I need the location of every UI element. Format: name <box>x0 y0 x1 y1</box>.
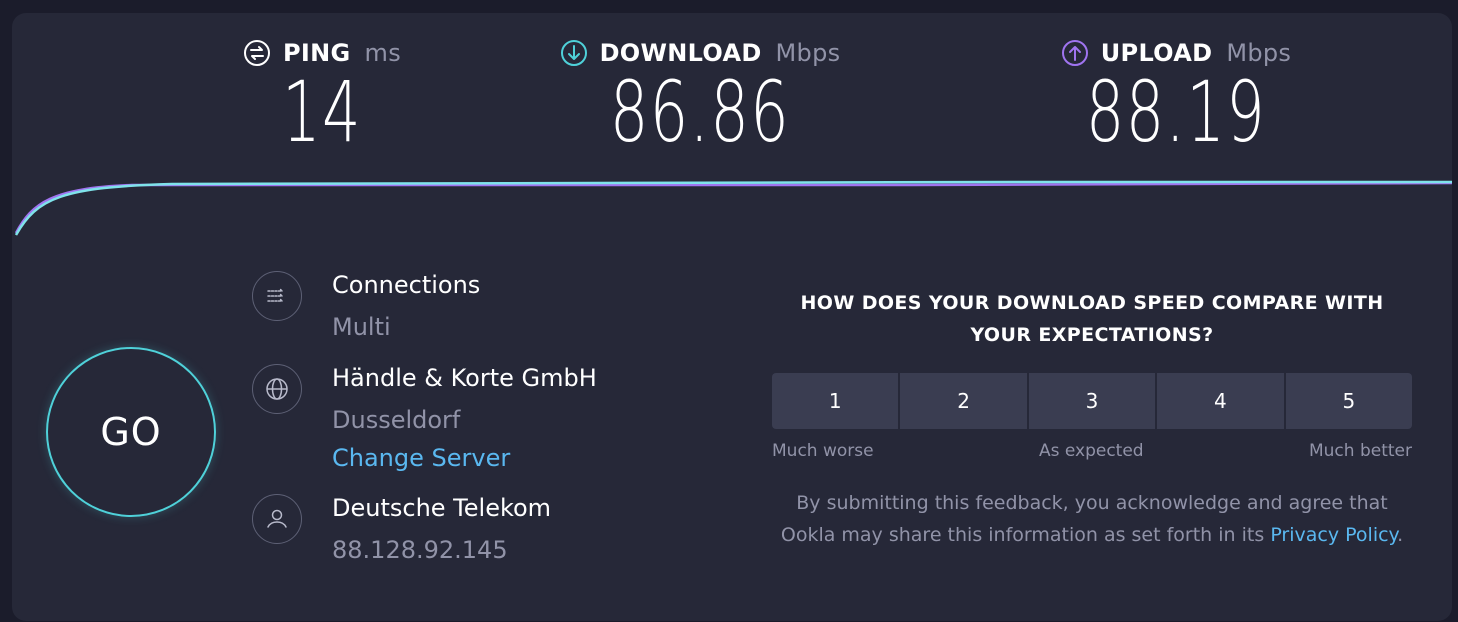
rating-scale: 1 2 3 4 5 <box>772 373 1413 429</box>
connections-icon <box>252 271 302 321</box>
globe-icon <box>252 364 302 414</box>
server-location: Dusseldorf <box>332 406 461 434</box>
connections-row: Connections Multi <box>252 271 480 341</box>
ping-icon <box>243 39 271 67</box>
isp-row: Deutsche Telekom 88.128.92.145 <box>252 494 551 564</box>
upload-graph-line <box>14 181 1452 234</box>
ping-value: 14 <box>282 63 362 161</box>
upload-metric: UPLOAD Mbps 88.19 <box>986 39 1366 155</box>
change-server-link[interactable]: Change Server <box>332 444 597 472</box>
rating-label-high: Much better <box>1308 441 1412 461</box>
isp-ip: 88.128.92.145 <box>332 536 508 564</box>
connections-title: Connections <box>332 271 481 299</box>
download-value: 86.86 <box>609 63 791 161</box>
server-name: Händle & Korte GmbH <box>332 364 597 392</box>
user-icon <box>252 494 302 544</box>
server-row: Händle & Korte GmbH Dusseldorf Change Se… <box>252 364 597 472</box>
rating-button-3[interactable]: 3 <box>1028 373 1156 429</box>
rating-button-4[interactable]: 4 <box>1157 373 1284 429</box>
speedtest-result-panel: PING ms 14 DOWNLOAD Mbps 86.86 UPLOAD Mb… <box>12 13 1452 621</box>
rating-button-2[interactable]: 2 <box>900 373 1027 429</box>
ping-metric: PING ms 14 <box>132 39 512 155</box>
rating-button-5[interactable]: 5 <box>1285 373 1413 429</box>
survey-disclaimer: By submitting this feedback, you acknowl… <box>772 487 1412 551</box>
disclaimer-period: . <box>1397 524 1404 546</box>
upload-value: 88.19 <box>1085 63 1267 161</box>
download-graph-line <box>14 180 1452 236</box>
rating-labels: Much worse As expected Much better <box>772 441 1412 461</box>
feedback-survey: HOW DOES YOUR DOWNLOAD SPEED COMPARE WIT… <box>772 287 1413 551</box>
go-label: GO <box>100 410 162 454</box>
isp-name: Deutsche Telekom <box>332 494 552 522</box>
upload-arrow-icon <box>1061 39 1089 67</box>
download-metric: DOWNLOAD Mbps 86.86 <box>510 39 890 155</box>
download-arrow-icon <box>560 39 588 67</box>
survey-question: HOW DOES YOUR DOWNLOAD SPEED COMPARE WIT… <box>800 292 1384 346</box>
rating-button-1[interactable]: 1 <box>772 373 899 429</box>
speed-graph <box>14 180 1452 236</box>
privacy-policy-link[interactable]: Privacy Policy <box>1270 524 1397 546</box>
go-button[interactable]: GO <box>46 347 216 517</box>
rating-label-low: Much worse <box>772 441 874 461</box>
ping-unit: ms <box>364 39 401 67</box>
connections-value: Multi <box>332 313 391 341</box>
rating-label-mid: As expected <box>1038 441 1144 461</box>
